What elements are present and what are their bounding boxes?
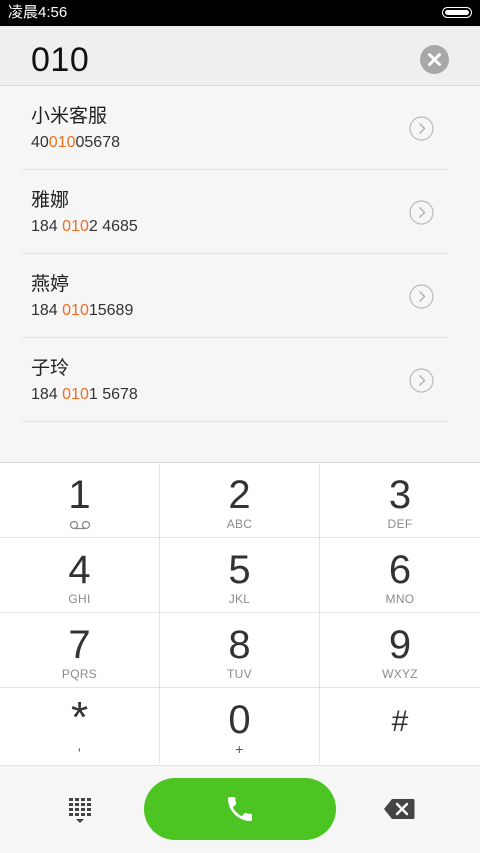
- phone-icon: [228, 797, 252, 821]
- key-4[interactable]: 4 GHI: [0, 538, 160, 613]
- contact-row[interactable]: 雅娜 184 0102 4685: [0, 170, 480, 254]
- key-star[interactable]: * ,: [0, 688, 160, 763]
- dialed-number[interactable]: 010: [31, 40, 89, 80]
- key-2[interactable]: 2 ABC: [160, 463, 320, 538]
- clear-icon: [428, 53, 441, 66]
- contact-row[interactable]: 子玲 184 0101 5678: [0, 338, 480, 422]
- status-time: 凌晨4:56: [8, 4, 68, 21]
- contact-name: 子玲: [31, 358, 70, 379]
- chevron-right-icon[interactable]: [409, 284, 434, 309]
- chevron-right-icon[interactable]: [409, 200, 434, 225]
- key-0[interactable]: 0 +: [160, 688, 320, 763]
- key-9[interactable]: 9 WXYZ: [320, 613, 480, 688]
- battery-icon: [442, 7, 472, 18]
- status-bar: 凌晨4:56: [0, 0, 480, 26]
- key-1[interactable]: 1: [0, 463, 160, 538]
- call-button[interactable]: [144, 778, 336, 840]
- key-7[interactable]: 7 PQRS: [0, 613, 160, 688]
- dial-keypad: 1 2 ABC 3 DEF 4 GHI 5 JKL 6 MNO 7 PQRS 8…: [0, 462, 480, 765]
- key-8[interactable]: 8 TUV: [160, 613, 320, 688]
- contact-name: 小米客服: [31, 106, 108, 127]
- key-3[interactable]: 3 DEF: [320, 463, 480, 538]
- chevron-right-icon[interactable]: [409, 368, 434, 393]
- contact-number: 184 0101 5678: [31, 386, 138, 403]
- key-hash[interactable]: #: [320, 688, 480, 763]
- dial-input-bar: 010: [0, 26, 480, 86]
- contact-number: 184 0102 4685: [31, 218, 138, 235]
- key-5[interactable]: 5 JKL: [160, 538, 320, 613]
- backspace-icon[interactable]: [383, 798, 415, 820]
- action-bar: [0, 765, 480, 853]
- clear-button[interactable]: [420, 45, 449, 74]
- key-6[interactable]: 6 MNO: [320, 538, 480, 613]
- contact-number: 184 01015689: [31, 302, 134, 319]
- chevron-right-icon[interactable]: [409, 116, 434, 141]
- contact-name: 燕婷: [31, 274, 70, 295]
- contact-number: 4001005678: [31, 134, 120, 151]
- contact-row[interactable]: 燕婷 184 01015689: [0, 254, 480, 338]
- contact-row[interactable]: 小米客服 4001005678: [0, 86, 480, 170]
- dialpad-icon[interactable]: [66, 796, 94, 824]
- voicemail-icon: [69, 520, 91, 530]
- contact-results: 小米客服 4001005678 雅娜 184 0102 4685 燕婷 184 …: [0, 86, 480, 462]
- contact-name: 雅娜: [31, 190, 70, 211]
